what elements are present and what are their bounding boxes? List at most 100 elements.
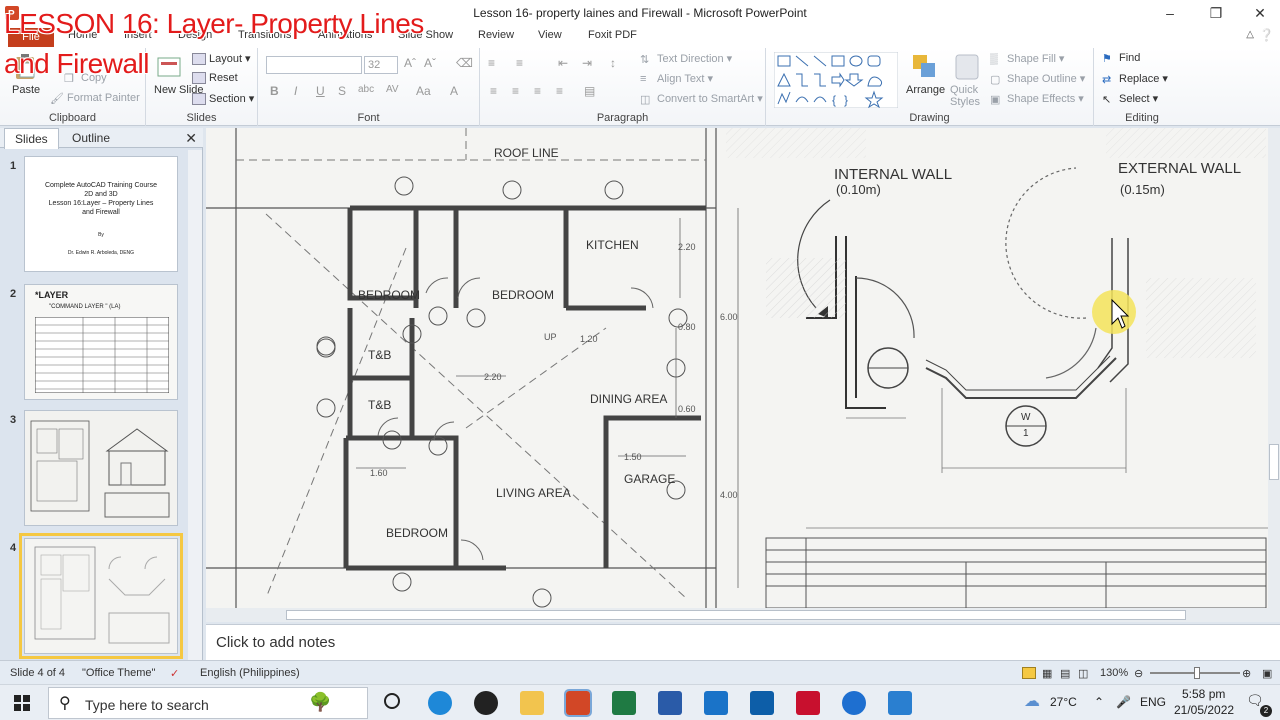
shape-fill-button[interactable]: ▒ Shape Fill ▾	[990, 52, 1064, 66]
justify-icon[interactable]: ≡	[556, 84, 563, 98]
horizontal-scroll-thumb[interactable]	[286, 610, 1186, 620]
excel-taskbar-icon[interactable]	[612, 691, 636, 715]
columns-icon[interactable]: ▤	[584, 84, 595, 98]
task-view-icon[interactable]	[384, 693, 400, 709]
label-bedroom: BEDROOM	[492, 288, 555, 302]
underline-icon[interactable]: U	[316, 84, 325, 98]
ribbon-collapse-icon[interactable]: △	[1246, 29, 1254, 40]
shapes-gallery[interactable]: { }	[774, 52, 898, 108]
zoom-level[interactable]: 130%	[1100, 667, 1128, 679]
word-taskbar-icon[interactable]	[658, 691, 682, 715]
quick-styles-button[interactable]: Quick Styles	[950, 84, 984, 108]
media-app-icon[interactable]	[474, 691, 498, 715]
close-window-button[interactable]: ✕	[1238, 0, 1280, 26]
shape-outline-button[interactable]: ▢ Shape Outline ▾	[990, 72, 1085, 86]
tab-view[interactable]: View	[538, 29, 562, 41]
decrease-indent-icon[interactable]: ⇤	[558, 56, 568, 70]
slide-thumbnail-4[interactable]	[19, 533, 183, 659]
label-kitchen: KITCHEN	[586, 238, 639, 252]
shrink-font-icon[interactable]: Aˇ	[424, 56, 436, 70]
theme-name: "Office Theme"	[82, 667, 156, 679]
bluetooth-app-icon[interactable]	[842, 691, 866, 715]
photos-app-icon[interactable]	[888, 691, 912, 715]
align-center-icon[interactable]: ≡	[512, 84, 519, 98]
weather-icon[interactable]: ☁	[1024, 691, 1040, 711]
line-spacing-icon[interactable]: ↕	[610, 56, 616, 70]
arrange-button[interactable]: Arrange	[906, 84, 945, 96]
slide-counter: Slide 4 of 4	[10, 667, 66, 679]
mail-app-icon[interactable]	[704, 691, 728, 715]
clock-date[interactable]: 21/05/2022	[1174, 703, 1234, 717]
shape-effects-button[interactable]: ▣ Shape Effects ▾	[990, 92, 1084, 106]
edge-browser-icon[interactable]	[428, 691, 452, 715]
keyboard-language[interactable]: ENG	[1140, 695, 1166, 709]
quick-styles-icon[interactable]	[952, 52, 982, 82]
spacing-icon[interactable]: AV	[386, 84, 399, 95]
slide-thumbnail-3[interactable]	[24, 410, 178, 526]
weather-temperature[interactable]: 27°C	[1050, 695, 1077, 709]
panel-scrollbar[interactable]	[188, 150, 202, 660]
label-stair-up: UP	[544, 332, 557, 342]
find-button[interactable]: ⚑ Find	[1102, 52, 1140, 65]
tab-review[interactable]: Review	[478, 29, 514, 41]
close-panel-icon[interactable]: ✕	[185, 130, 197, 147]
lesson-title-overlay: LESSON 16: Layer- Property Lines and Fir…	[4, 4, 424, 84]
microphone-icon[interactable]: 🎤	[1116, 695, 1131, 709]
language-indicator[interactable]: English (Philippines)	[200, 667, 300, 679]
minimize-button[interactable]: –	[1148, 0, 1192, 26]
bold-icon[interactable]: B	[270, 84, 279, 98]
numbering-icon[interactable]: ≡	[516, 56, 523, 70]
horizontal-scrollbar[interactable]	[206, 608, 1268, 622]
taskbar-search-box[interactable]: ⚲ Type here to search 🌳	[48, 687, 368, 719]
autocad-taskbar-icon[interactable]	[796, 691, 820, 715]
slide-thumbnail-2[interactable]: *LAYER "COMMAND LAYER " (LA)	[24, 284, 178, 400]
notes-pane[interactable]: Click to add notes	[206, 624, 1280, 660]
italic-icon[interactable]: I	[294, 84, 297, 98]
windows-start-icon[interactable]	[14, 695, 30, 711]
spellcheck-icon[interactable]: ✓	[170, 667, 179, 680]
clear-format-icon[interactable]: ⌫	[456, 56, 473, 70]
tab-slides-panel[interactable]: Slides	[4, 128, 59, 149]
section-icon	[192, 92, 206, 105]
slide-thumbnail-1[interactable]: Complete AutoCAD Training Course 2D and …	[24, 156, 178, 272]
format-painter-button[interactable]: 🖌 Format Painter	[50, 92, 140, 105]
store-app-icon[interactable]	[750, 691, 774, 715]
reading-view-icon[interactable]: ▤	[1060, 667, 1070, 680]
shadow-icon[interactable]: S	[338, 84, 346, 98]
powerpoint-taskbar-icon[interactable]	[564, 689, 592, 717]
section-button[interactable]: Section ▾	[192, 92, 254, 105]
convert-smartart-button[interactable]: ◫ Convert to SmartArt ▾	[640, 92, 763, 106]
font-color-icon[interactable]: A	[450, 84, 458, 98]
select-button[interactable]: ↖ Select ▾	[1102, 92, 1158, 106]
paste-button[interactable]: Paste	[12, 84, 40, 96]
help-icon[interactable]: ❔	[1259, 28, 1274, 42]
slides-panel: Slides Outline ✕ 1 Complete AutoCAD Trai…	[0, 128, 203, 660]
vertical-scroll-thumb[interactable]	[1269, 444, 1279, 480]
strikethrough-icon[interactable]: abc	[358, 84, 374, 95]
tab-foxit-pdf[interactable]: Foxit PDF	[588, 29, 637, 41]
normal-view-icon[interactable]	[1022, 667, 1036, 679]
clock-time[interactable]: 5:58 pm	[1182, 687, 1225, 701]
tab-outline-panel[interactable]: Outline	[72, 131, 110, 145]
maximize-button[interactable]: ❐	[1194, 0, 1238, 26]
zoom-slider-thumb[interactable]	[1194, 667, 1200, 679]
text-direction-button[interactable]: ⇅ Text Direction ▾	[640, 52, 732, 66]
fit-slide-icon[interactable]: ▣	[1262, 667, 1272, 680]
replace-button[interactable]: ⇄ Replace ▾	[1102, 72, 1168, 86]
file-explorer-icon[interactable]	[520, 691, 544, 715]
slideshow-view-icon[interactable]: ◫	[1078, 667, 1088, 680]
zoom-in-icon[interactable]: ⊕	[1242, 667, 1251, 680]
slide-sorter-icon[interactable]: ▦	[1042, 667, 1052, 680]
label-external-wall: EXTERNAL WALL	[1118, 160, 1242, 177]
align-left-icon[interactable]: ≡	[490, 84, 497, 98]
align-text-button[interactable]: ≡ Align Text ▾	[640, 72, 713, 86]
bullets-icon[interactable]: ≡	[488, 56, 495, 70]
slide-canvas[interactable]: ROOF LINE KITCHEN BEDROOM BEDROOM BEDROO…	[206, 128, 1268, 608]
arrange-icon[interactable]	[910, 52, 940, 82]
vertical-scrollbar[interactable]	[1268, 128, 1280, 622]
tray-overflow-icon[interactable]: ⌃	[1094, 695, 1104, 709]
change-case-icon[interactable]: Aa	[416, 84, 431, 98]
increase-indent-icon[interactable]: ⇥	[582, 56, 592, 70]
zoom-out-icon[interactable]: ⊖	[1134, 667, 1143, 680]
align-right-icon[interactable]: ≡	[534, 84, 541, 98]
